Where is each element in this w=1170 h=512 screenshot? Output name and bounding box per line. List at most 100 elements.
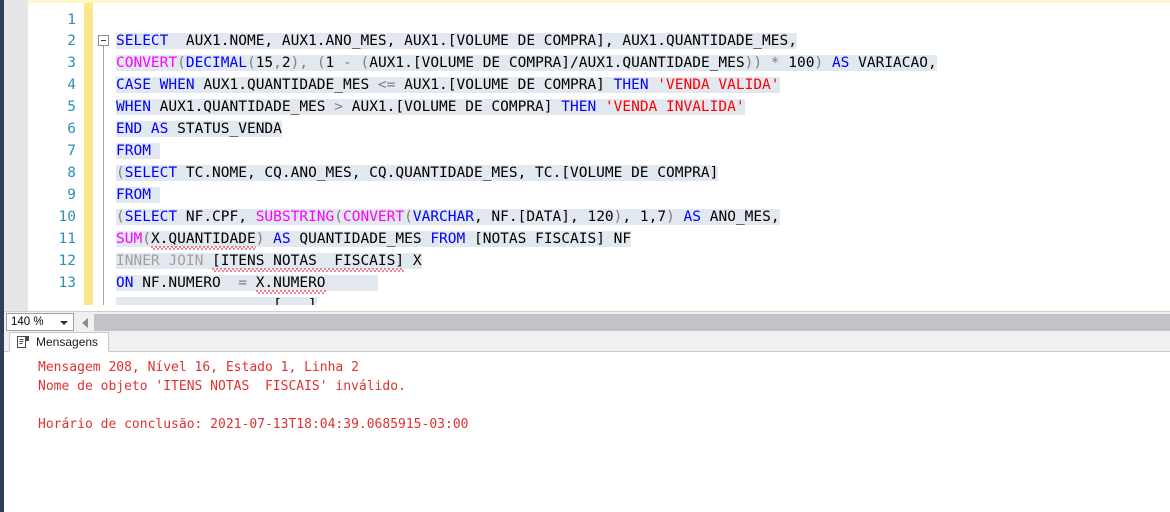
fold-guide-line: [103, 52, 104, 74]
spell-error-underline: [ITENS NOTAS FISCAIS]: [212, 250, 405, 272]
code-text[interactable]: CONVERT(DECIMAL(15,2), (1 - (AUX1.[VOLUM…: [116, 52, 937, 74]
zoom-level-value: 140 %: [11, 316, 44, 328]
change-indicator-bar: [84, 52, 93, 74]
code-text[interactable]: WHEN AUX1.QUANTIDADE_MES > AUX1.[VOLUME …: [116, 96, 745, 118]
code-row[interactable]: 2 SELECT AUX1.NOME, AUX1.ANO_MES, AUX1.[…: [28, 30, 1170, 52]
fold-guide-line: [103, 118, 104, 140]
horizontal-scrollbar-thumb[interactable]: [94, 314, 1170, 331]
code-row[interactable]: 7 FROM: [28, 140, 1170, 162]
change-indicator-bar: [84, 228, 93, 250]
code-lines[interactable]: 1 2 SELECT AUX1.NOME, AUX1.ANO_MES, AUX1…: [28, 0, 1170, 311]
fold-guide-line: [103, 140, 104, 162]
line-number: 7: [28, 140, 76, 162]
code-row[interactable]: 4 CASE WHEN AUX1.QUANTIDADE_MES <= AUX1.…: [28, 74, 1170, 96]
messages-output[interactable]: Mensagem 208, Nível 16, Estado 1, Linha …: [4, 352, 1170, 512]
change-indicator-bar: [84, 206, 93, 228]
fold-guide-line: [103, 250, 104, 272]
fold-column[interactable]: [96, 162, 116, 184]
code-row[interactable]: 12 INNER JOIN [ITENS NOTAS FISCAIS] X: [28, 250, 1170, 272]
tab-label: Mensagens: [36, 335, 99, 349]
fold-column[interactable]: [96, 30, 116, 52]
ssms-query-window: 1 2 SELECT AUX1.NOME, AUX1.ANO_MES, AUX1…: [0, 0, 1170, 512]
code-text[interactable]: (SELECT TC.NOME, CQ.ANO_MES, CQ.QUANTIDA…: [116, 162, 719, 184]
fold-column[interactable]: [96, 250, 116, 272]
collapse-region-icon[interactable]: [98, 35, 109, 46]
change-indicator-bar: [84, 294, 93, 305]
code-row[interactable]: 3 CONVERT(DECIMAL(15,2), (1 - (AUX1.[VOL…: [28, 52, 1170, 74]
code-row[interactable]: . , . , [ ]: [28, 294, 1170, 305]
fold-guide-line: [103, 74, 104, 96]
code-text[interactable]: ON NF.NUMERO = X.NUMERO: [116, 272, 378, 294]
line-number: 9: [28, 184, 76, 206]
horizontal-scrollbar[interactable]: [94, 314, 1170, 331]
code-row[interactable]: 1: [28, 11, 1170, 30]
editor-top-clipped-row-margin: [4, 0, 28, 3]
fold-column[interactable]: [96, 140, 116, 162]
change-indicator-bar: [84, 11, 93, 30]
line-number: 13: [28, 272, 76, 294]
editor-bottom-bar: 140 %: [4, 311, 1170, 332]
fold-guide-line: [103, 272, 104, 294]
fold-guide-line: [103, 228, 104, 250]
change-indicator-bar: [84, 118, 93, 140]
scroll-left-arrow-icon[interactable]: [78, 314, 94, 331]
messages-icon: [16, 335, 30, 349]
message-line: Nome de objeto 'ITENS NOTAS FISCAIS' inv…: [38, 379, 406, 394]
code-text[interactable]: FROM: [116, 140, 160, 162]
sql-editor-pane[interactable]: 1 2 SELECT AUX1.NOME, AUX1.ANO_MES, AUX1…: [4, 0, 1170, 311]
line-number: 12: [28, 250, 76, 272]
spell-error-underline: X.NUMERO: [255, 272, 326, 294]
line-number: 6: [28, 118, 76, 140]
code-row[interactable]: 8 (SELECT TC.NOME, CQ.ANO_MES, CQ.QUANTI…: [28, 162, 1170, 184]
fold-column[interactable]: [96, 272, 116, 294]
fold-guide-line: [103, 162, 104, 184]
zoom-level-dropdown[interactable]: 140 %: [6, 313, 74, 331]
fold-column[interactable]: [96, 228, 116, 250]
results-pane: Mensagens Mensagem 208, Nível 16, Estado…: [4, 332, 1170, 512]
fold-column[interactable]: [96, 118, 116, 140]
change-indicator-bar: [84, 30, 93, 52]
fold-guide-line: [103, 184, 104, 206]
chevron-down-icon[interactable]: [60, 321, 68, 325]
code-row[interactable]: 13 ON NF.NUMERO = X.NUMERO: [28, 272, 1170, 294]
code-text[interactable]: SELECT AUX1.NOME, AUX1.ANO_MES, AUX1.[VO…: [116, 30, 797, 52]
fold-column[interactable]: [96, 74, 116, 96]
code-row[interactable]: 9 FROM: [28, 184, 1170, 206]
fold-column[interactable]: [96, 206, 116, 228]
change-indicator-bar: [84, 184, 93, 206]
results-tabstrip: [4, 332, 1170, 352]
code-row[interactable]: 10 (SELECT NF.CPF, SUBSTRING(CONVERT(VAR…: [28, 206, 1170, 228]
fold-guide-line: [103, 206, 104, 228]
fold-column[interactable]: [96, 52, 116, 74]
change-indicator-bar: [84, 162, 93, 184]
code-text[interactable]: . , . , [ ]: [116, 294, 317, 305]
tab-mensagens[interactable]: Mensagens: [9, 332, 110, 352]
line-number: 10: [28, 206, 76, 228]
code-text[interactable]: SUM(X.QUANTIDADE) AS QUANTIDADE_MES FROM…: [116, 228, 632, 250]
code-row[interactable]: 11 SUM(X.QUANTIDADE) AS QUANTIDADE_MES F…: [28, 228, 1170, 250]
code-row[interactable]: 5 WHEN AUX1.QUANTIDADE_MES > AUX1.[VOLUM…: [28, 96, 1170, 118]
change-indicator-bar: [84, 96, 93, 118]
message-line: Horário de conclusão: 2021-07-13T18:04:3…: [38, 417, 469, 432]
fold-column[interactable]: [96, 11, 116, 30]
line-number: 1: [28, 11, 76, 30]
line-number: 4: [28, 74, 76, 96]
code-text[interactable]: INNER JOIN [ITENS NOTAS FISCAIS] X: [116, 250, 422, 272]
spell-error-underline: X.QUANTIDADE: [150, 228, 256, 250]
line-number: 5: [28, 96, 76, 118]
change-indicator-bar: [84, 272, 93, 294]
fold-guide-line: [103, 294, 104, 305]
code-text[interactable]: FROM: [116, 184, 160, 206]
change-indicator-bar: [84, 250, 93, 272]
change-indicator-bar: [84, 74, 93, 96]
code-text[interactable]: END AS STATUS_VENDA: [116, 118, 282, 140]
code-text[interactable]: CASE WHEN AUX1.QUANTIDADE_MES <= AUX1.[V…: [116, 74, 780, 96]
code-text[interactable]: (SELECT NF.CPF, SUBSTRING(CONVERT(VARCHA…: [116, 206, 780, 228]
line-number: 11: [28, 228, 76, 250]
line-number: 8: [28, 162, 76, 184]
fold-column[interactable]: [96, 184, 116, 206]
fold-column[interactable]: [96, 96, 116, 118]
code-row[interactable]: 6 END AS STATUS_VENDA: [28, 118, 1170, 140]
fold-column[interactable]: [96, 294, 116, 305]
